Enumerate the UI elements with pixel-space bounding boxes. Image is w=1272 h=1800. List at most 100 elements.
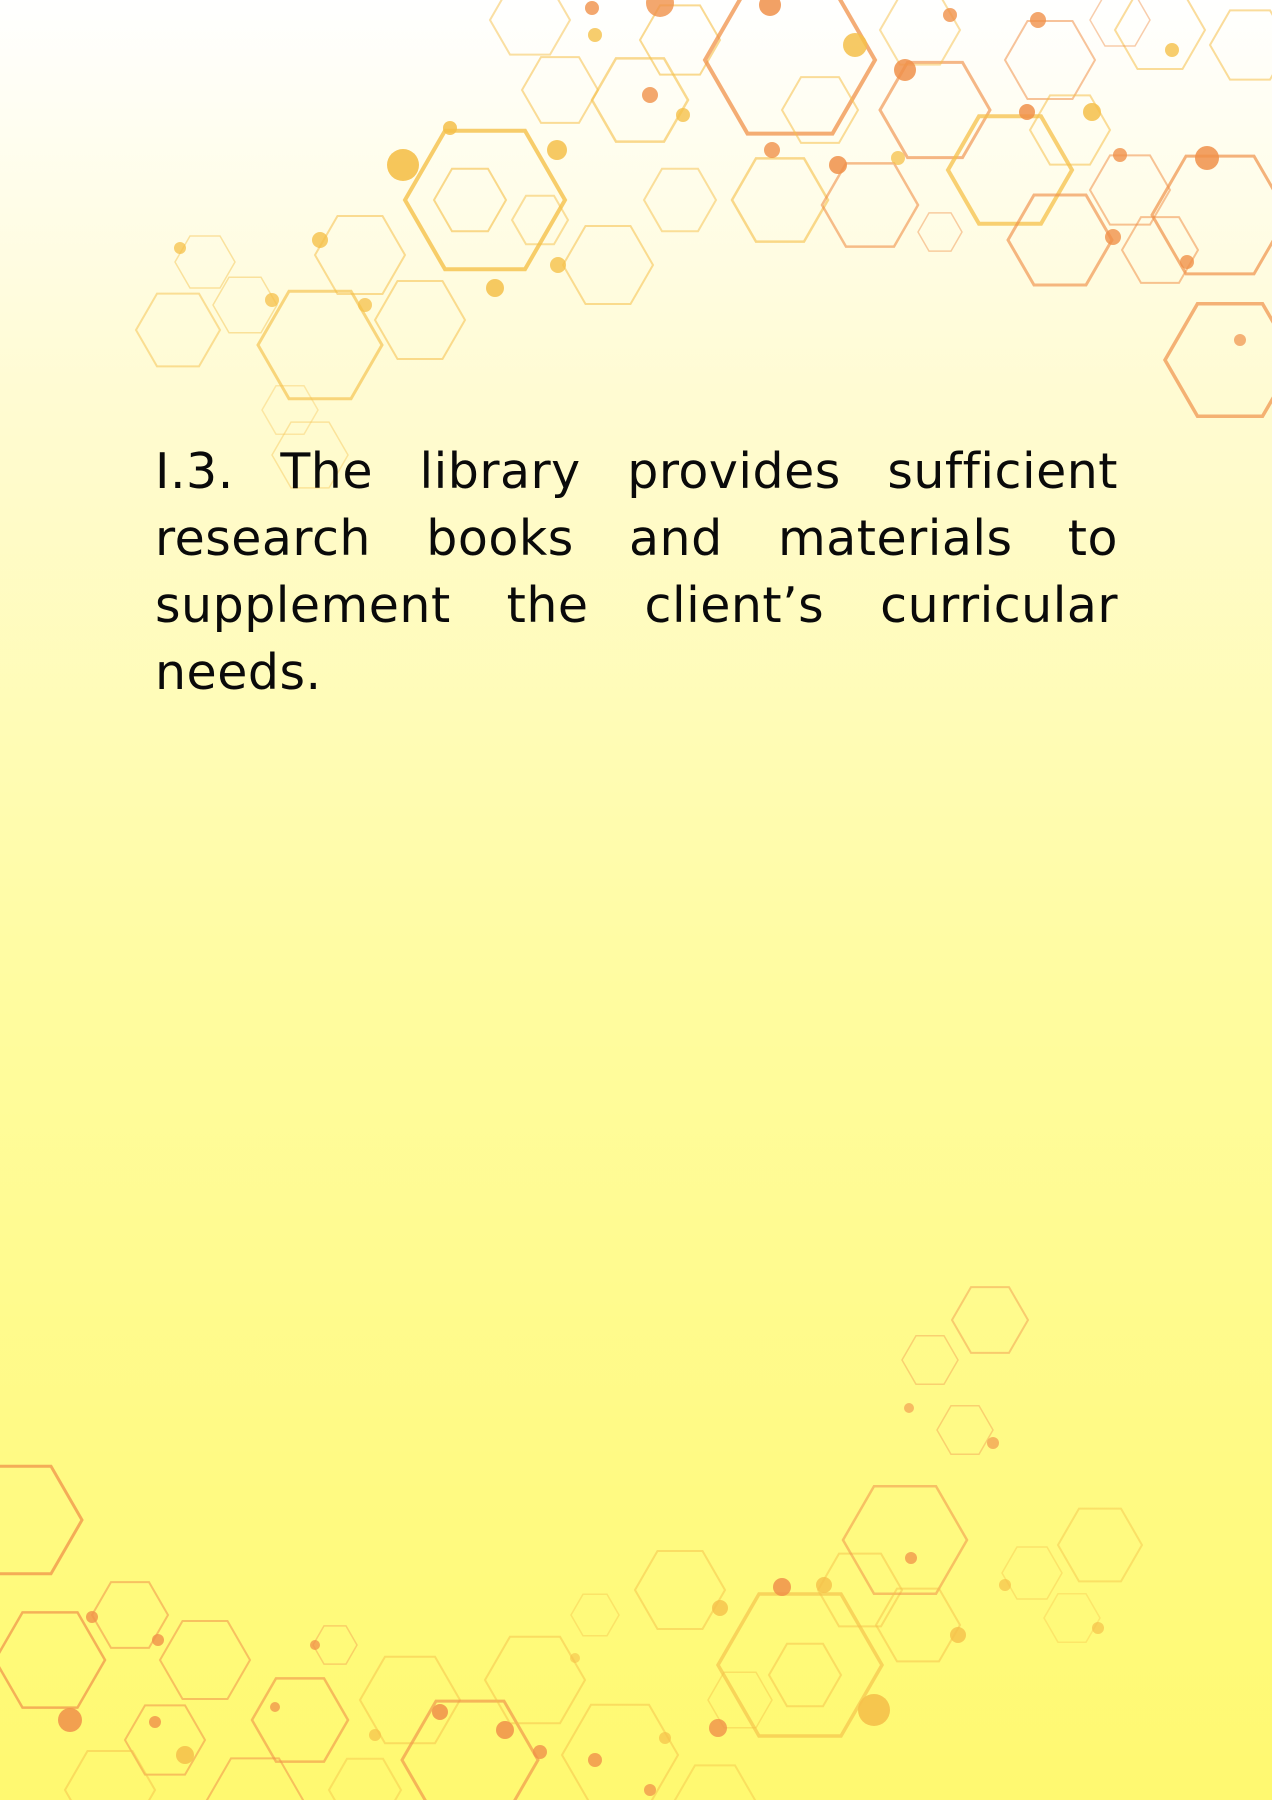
molecule-node <box>369 1729 381 1741</box>
hexagon-shape <box>0 1611 107 1709</box>
hexagon-pattern-decoration <box>0 0 1272 1800</box>
hexagon-shape <box>250 1677 350 1763</box>
molecule-node <box>950 1627 966 1643</box>
hexagon-shape <box>730 157 830 243</box>
molecule-node <box>152 1634 164 1646</box>
hexagon-shape <box>1162 301 1272 419</box>
molecule-node <box>1030 12 1046 28</box>
molecule-node <box>709 1719 727 1737</box>
molecule-node <box>642 87 658 103</box>
hexagon-shape <box>633 1550 727 1630</box>
hexagon-shape <box>1150 154 1272 276</box>
hexagon-shape <box>1001 1546 1063 1600</box>
hexagon-shape <box>432 167 508 233</box>
molecule-node <box>1195 146 1219 170</box>
hexagon-shape <box>520 56 600 124</box>
hexagon-shape <box>950 1286 1030 1354</box>
molecule-node <box>312 232 328 248</box>
molecule-node <box>176 1746 194 1764</box>
molecule-node <box>1105 229 1121 245</box>
molecule-node <box>644 1784 656 1796</box>
hexagon-shape <box>917 212 963 252</box>
molecule-node <box>1019 104 1035 120</box>
molecule-node <box>547 140 567 160</box>
hexagon-shape <box>327 1757 403 1800</box>
molecule-node <box>86 1611 98 1623</box>
hexagon-shape <box>1006 193 1114 287</box>
hexagon-shape <box>1088 154 1172 226</box>
molecule-node <box>894 59 916 81</box>
hexagon-shape <box>123 1704 207 1776</box>
bottom-hexagon-cluster <box>0 1286 1144 1800</box>
hexagon-shape <box>313 215 407 295</box>
hexagon-shape <box>560 1703 680 1800</box>
molecule-node <box>1083 103 1101 121</box>
hexagon-shape <box>402 128 568 272</box>
molecule-node <box>585 1 599 15</box>
hexagon-shape <box>715 1592 885 1738</box>
hexagon-shape <box>561 225 655 305</box>
hexagon-shape <box>767 1642 843 1708</box>
hexagon-shape <box>1208 9 1272 81</box>
hexagon-shape <box>488 0 572 56</box>
hexagon-shape <box>936 1405 994 1455</box>
hexagon-shape <box>261 385 319 435</box>
hexagon-shape <box>483 1635 587 1725</box>
hexagon-shape <box>63 1750 157 1800</box>
hexagon-shape <box>510 194 570 246</box>
top-hexagon-cluster <box>134 0 1272 489</box>
molecule-node <box>773 1578 791 1596</box>
molecule-node <box>1180 255 1194 269</box>
molecule-node <box>533 1745 547 1759</box>
molecule-node <box>1234 334 1246 346</box>
molecule-node <box>432 1704 448 1720</box>
molecule-node <box>905 1552 917 1564</box>
hexagon-shape <box>673 1764 757 1800</box>
molecule-node <box>858 1694 890 1726</box>
molecule-node <box>987 1437 999 1449</box>
hexagon-shape <box>816 1552 904 1628</box>
molecule-node <box>570 1653 580 1663</box>
hexagon-shape <box>570 1593 620 1637</box>
hexagon-shape <box>0 1464 84 1576</box>
molecule-node <box>759 0 781 16</box>
molecule-node <box>943 8 957 22</box>
hexagon-shape <box>642 167 718 233</box>
molecule-node <box>58 1708 82 1732</box>
hexagon-shape <box>1113 0 1207 70</box>
hexagon-shape <box>590 57 690 143</box>
hexagon-shape <box>1043 1593 1101 1643</box>
molecule-node <box>816 1577 832 1593</box>
molecule-node <box>1092 1622 1104 1634</box>
molecule-node <box>265 293 279 307</box>
molecule-node <box>149 1716 161 1728</box>
molecule-node <box>588 1753 602 1767</box>
molecule-node <box>843 33 867 57</box>
molecule-node <box>764 142 780 158</box>
hexagon-shape <box>820 162 920 248</box>
molecule-node <box>588 28 602 42</box>
molecule-node <box>486 279 504 297</box>
molecule-node <box>358 298 372 312</box>
hexagon-shape <box>901 1335 959 1385</box>
hexagon-shape <box>1056 1507 1144 1583</box>
molecule-node <box>387 149 419 181</box>
molecule-node <box>904 1403 914 1413</box>
molecule-node <box>270 1702 280 1712</box>
molecule-node <box>1113 148 1127 162</box>
molecule-node <box>443 121 457 135</box>
molecule-node <box>712 1600 728 1616</box>
hexagon-shape <box>874 1587 962 1663</box>
molecule-node <box>659 1732 671 1744</box>
hexagon-shape <box>134 292 222 368</box>
molecule-node <box>550 257 566 273</box>
molecule-node <box>676 108 690 122</box>
molecule-node <box>829 156 847 174</box>
molecule-node <box>891 151 905 165</box>
hexagon-shape <box>841 1485 969 1595</box>
hexagon-shape <box>373 280 467 360</box>
hexagon-shape <box>945 114 1075 226</box>
hexagon-shape <box>400 1699 540 1800</box>
hexagon-shape <box>1003 20 1097 100</box>
molecule-node <box>174 242 186 254</box>
